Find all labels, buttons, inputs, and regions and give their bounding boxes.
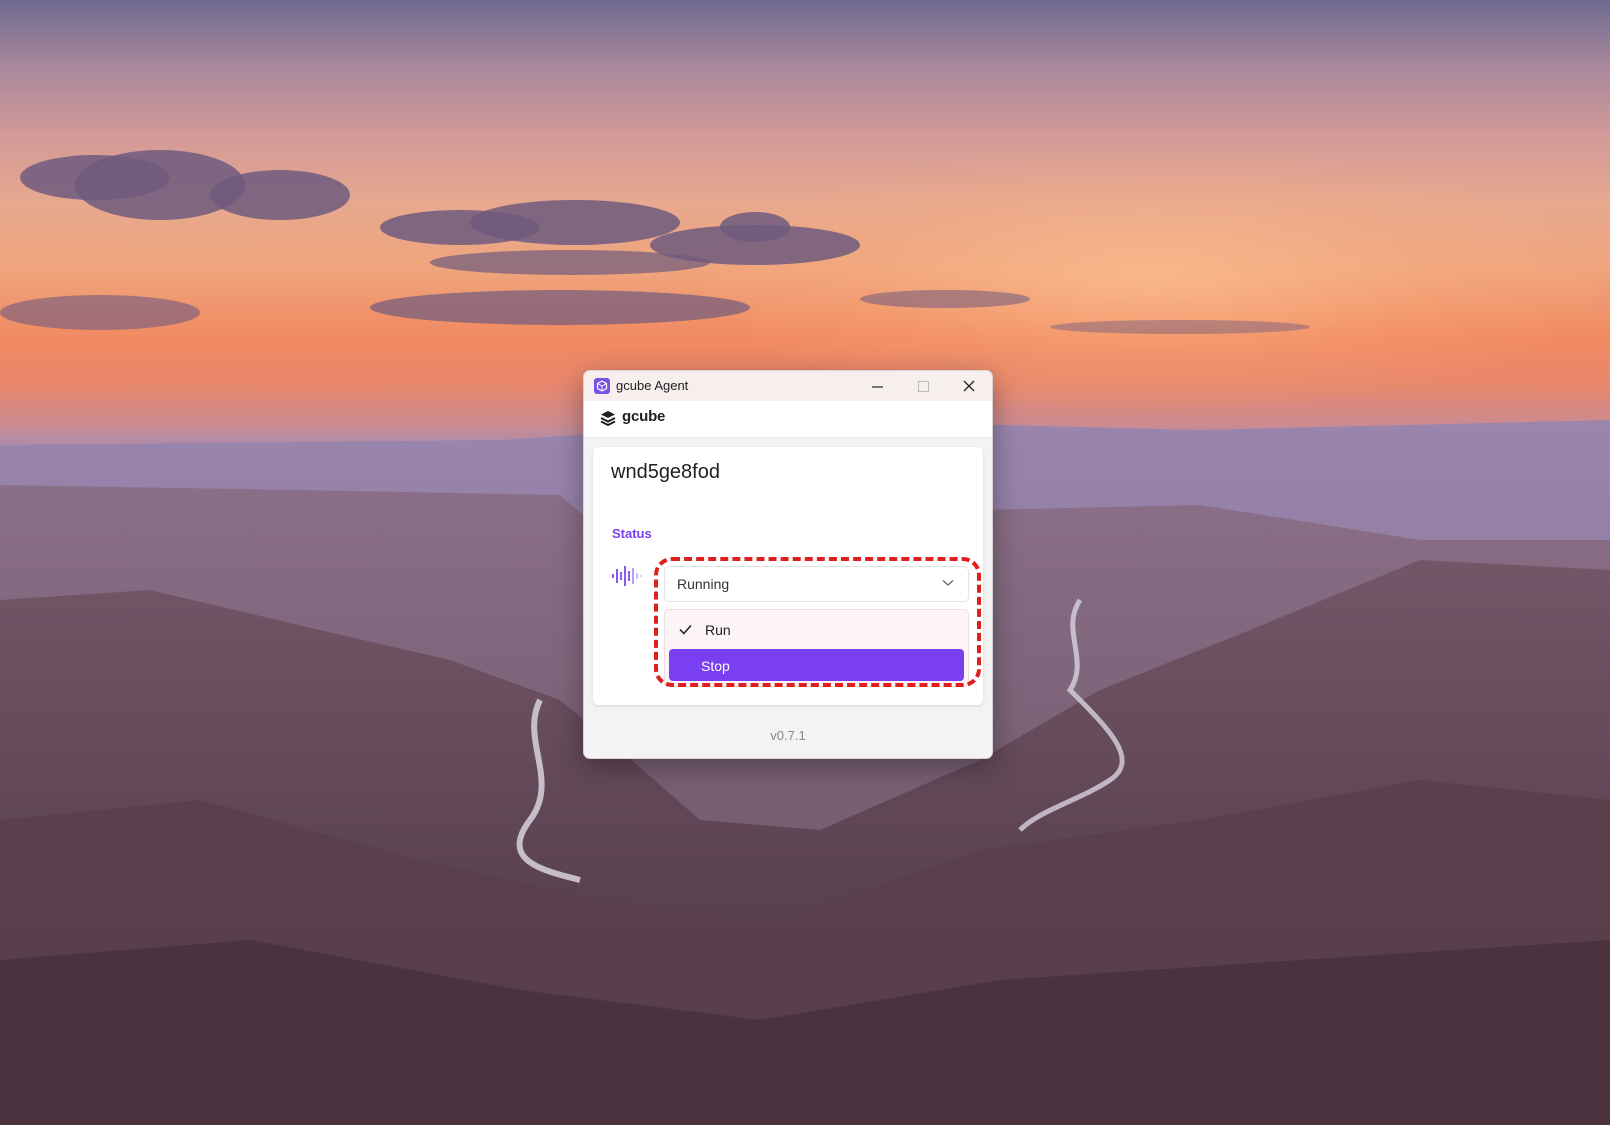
- cloud: [1050, 320, 1310, 334]
- gcube-agent-window: gcube Agent gcube wnd5ge8fod Status Runn…: [583, 370, 993, 759]
- app-header: gcube: [584, 401, 992, 438]
- cloud: [430, 250, 710, 275]
- window-title: gcube Agent: [616, 378, 689, 393]
- maximize-icon: [917, 380, 929, 392]
- option-stop-label: Stop: [701, 658, 730, 674]
- cloud: [210, 170, 350, 220]
- app-icon: [594, 378, 610, 394]
- sound-wave-icon: [612, 566, 642, 586]
- agent-card: wnd5ge8fod Status Running Run Stop: [593, 447, 983, 705]
- cloud: [0, 295, 200, 330]
- gcube-logo-icon: [600, 411, 616, 427]
- version-label: v0.7.1: [770, 728, 806, 743]
- maximize-button[interactable]: [900, 371, 946, 401]
- minimize-icon: [871, 385, 883, 388]
- option-run[interactable]: Run: [669, 614, 964, 644]
- title-bar[interactable]: gcube Agent: [584, 371, 992, 401]
- status-select[interactable]: Running: [664, 566, 969, 602]
- option-run-label: Run: [705, 622, 731, 638]
- close-button[interactable]: [946, 371, 992, 401]
- cloud: [720, 212, 790, 242]
- status-selected-value: Running: [677, 576, 730, 592]
- option-stop[interactable]: Stop: [669, 649, 964, 681]
- status-dropdown-menu: Run Stop: [664, 609, 969, 687]
- close-icon: [963, 380, 975, 392]
- cloud: [860, 290, 1030, 308]
- status-label: Status: [612, 526, 652, 541]
- minimize-button[interactable]: [854, 371, 900, 401]
- cloud: [370, 290, 750, 325]
- checkmark-icon: [679, 624, 692, 635]
- cloud: [470, 200, 680, 245]
- agent-name: wnd5ge8fod: [611, 461, 720, 483]
- chevron-down-icon: [942, 580, 954, 586]
- brand-name: gcube: [622, 408, 666, 425]
